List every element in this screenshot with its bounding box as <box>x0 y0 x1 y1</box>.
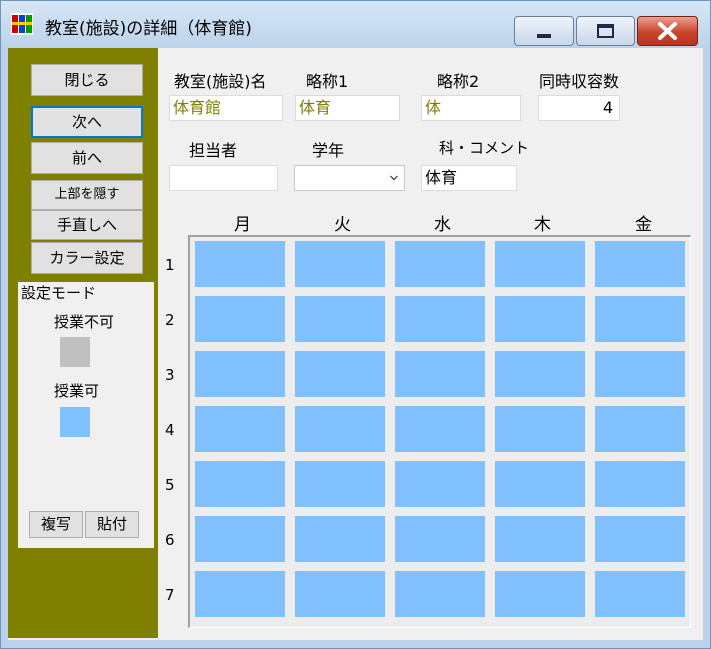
timetable-cell[interactable] <box>495 461 585 507</box>
abbr2-label: 略称2 <box>437 72 480 91</box>
available-swatch[interactable] <box>60 407 90 437</box>
day-header: 火 <box>334 215 351 235</box>
day-header: 月 <box>234 215 251 235</box>
close-window-button[interactable] <box>637 16 698 46</box>
subject-label: 科・コメント <box>439 139 530 157</box>
grade-select[interactable] <box>294 165 405 191</box>
timetable-cell[interactable] <box>595 516 685 562</box>
timetable-cell[interactable] <box>495 571 585 617</box>
timetable-cell[interactable] <box>295 516 385 562</box>
timetable-cell[interactable] <box>495 351 585 397</box>
abbr1-field[interactable]: 体育 <box>295 95 400 121</box>
available-label: 授業可 <box>54 382 100 400</box>
copy-button[interactable]: 複写 <box>29 511 83 538</box>
chevron-down-icon <box>390 175 398 181</box>
timetable-cell[interactable] <box>495 516 585 562</box>
timetable-cell[interactable] <box>395 351 485 397</box>
timetable-cell[interactable] <box>495 241 585 287</box>
hide-top-button[interactable]: 上部を隠す <box>31 180 143 210</box>
left-panel: 閉じる 次へ 前へ 上部を隠す 手直しへ カラー設定 設定モード 授業不可 授業… <box>8 48 158 638</box>
capacity-label: 同時収容数 <box>539 72 620 91</box>
timetable-cell[interactable] <box>295 351 385 397</box>
day-header: 金 <box>635 215 652 235</box>
next-button[interactable]: 次へ <box>31 106 143 138</box>
timetable-cell[interactable] <box>595 296 685 342</box>
timetable-cell[interactable] <box>295 241 385 287</box>
period-label: 4 <box>165 421 175 439</box>
close-icon <box>658 22 677 40</box>
capacity-field[interactable]: 4 <box>538 95 620 121</box>
abbr2-field[interactable]: 体 <box>421 95 521 121</box>
paste-button[interactable]: 貼付 <box>85 511 139 538</box>
subject-field[interactable]: 体育 <box>421 165 517 191</box>
teacher-field[interactable] <box>169 165 278 191</box>
timetable-cell[interactable] <box>195 571 285 617</box>
abbr1-label: 略称1 <box>306 72 349 91</box>
period-label: 7 <box>165 586 175 604</box>
color-settings-button[interactable]: カラー設定 <box>31 242 143 274</box>
day-header: 木 <box>534 215 551 235</box>
maximize-button[interactable] <box>576 16 635 46</box>
app-icon <box>11 13 33 35</box>
unavailable-label: 授業不可 <box>54 313 115 331</box>
timetable-cell[interactable] <box>595 571 685 617</box>
timetable-cell[interactable] <box>395 406 485 452</box>
timetable-cell[interactable] <box>395 296 485 342</box>
timetable-cell[interactable] <box>395 571 485 617</box>
timetable-cell[interactable] <box>395 461 485 507</box>
setting-mode-legend: 設定モード <box>19 282 99 303</box>
period-label: 1 <box>165 256 175 274</box>
grade-label: 学年 <box>312 141 345 160</box>
timetable-cell[interactable] <box>595 406 685 452</box>
window-title: 教室(施設)の詳細（体育館) <box>45 19 252 39</box>
timetable-grid <box>188 235 691 628</box>
timetable-cell[interactable] <box>295 406 385 452</box>
timetable-cell[interactable] <box>595 241 685 287</box>
detail-window: 教室(施設)の詳細（体育館) 閉じる 次へ 前へ 上部を隠す 手直しへ カラー設… <box>0 0 711 649</box>
day-header: 水 <box>434 215 451 235</box>
timetable-cell[interactable] <box>195 241 285 287</box>
timetable-cell[interactable] <box>195 351 285 397</box>
timetable-cell[interactable] <box>395 241 485 287</box>
period-label: 5 <box>165 476 175 494</box>
timetable-cell[interactable] <box>495 296 585 342</box>
period-label: 3 <box>165 366 175 384</box>
prev-button[interactable]: 前へ <box>31 142 143 174</box>
unavailable-swatch[interactable] <box>60 337 90 367</box>
room-name-field[interactable]: 体育館 <box>169 95 283 121</box>
period-label: 2 <box>165 311 175 329</box>
timetable-cell[interactable] <box>195 461 285 507</box>
timetable-cell[interactable] <box>295 461 385 507</box>
period-label: 6 <box>165 531 175 549</box>
timetable-cell[interactable] <box>195 516 285 562</box>
room-name-label: 教室(施設)名 <box>174 72 267 91</box>
timetable-cell[interactable] <box>195 296 285 342</box>
close-button[interactable]: 閉じる <box>31 64 143 96</box>
minimize-button[interactable] <box>514 16 574 46</box>
timetable-cell[interactable] <box>595 351 685 397</box>
redo-button[interactable]: 手直しへ <box>31 210 143 240</box>
timetable-cell[interactable] <box>595 461 685 507</box>
teacher-label: 担当者 <box>189 141 238 160</box>
timetable-cell[interactable] <box>395 516 485 562</box>
title-bar[interactable]: 教室(施設)の詳細（体育館) <box>1 1 710 47</box>
timetable-cell[interactable] <box>195 406 285 452</box>
minimize-icon <box>537 34 551 38</box>
timetable-cell[interactable] <box>495 406 585 452</box>
client-area: 閉じる 次へ 前へ 上部を隠す 手直しへ カラー設定 設定モード 授業不可 授業… <box>8 48 703 640</box>
timetable-cell[interactable] <box>295 571 385 617</box>
timetable-cell[interactable] <box>295 296 385 342</box>
maximize-icon <box>597 24 614 38</box>
